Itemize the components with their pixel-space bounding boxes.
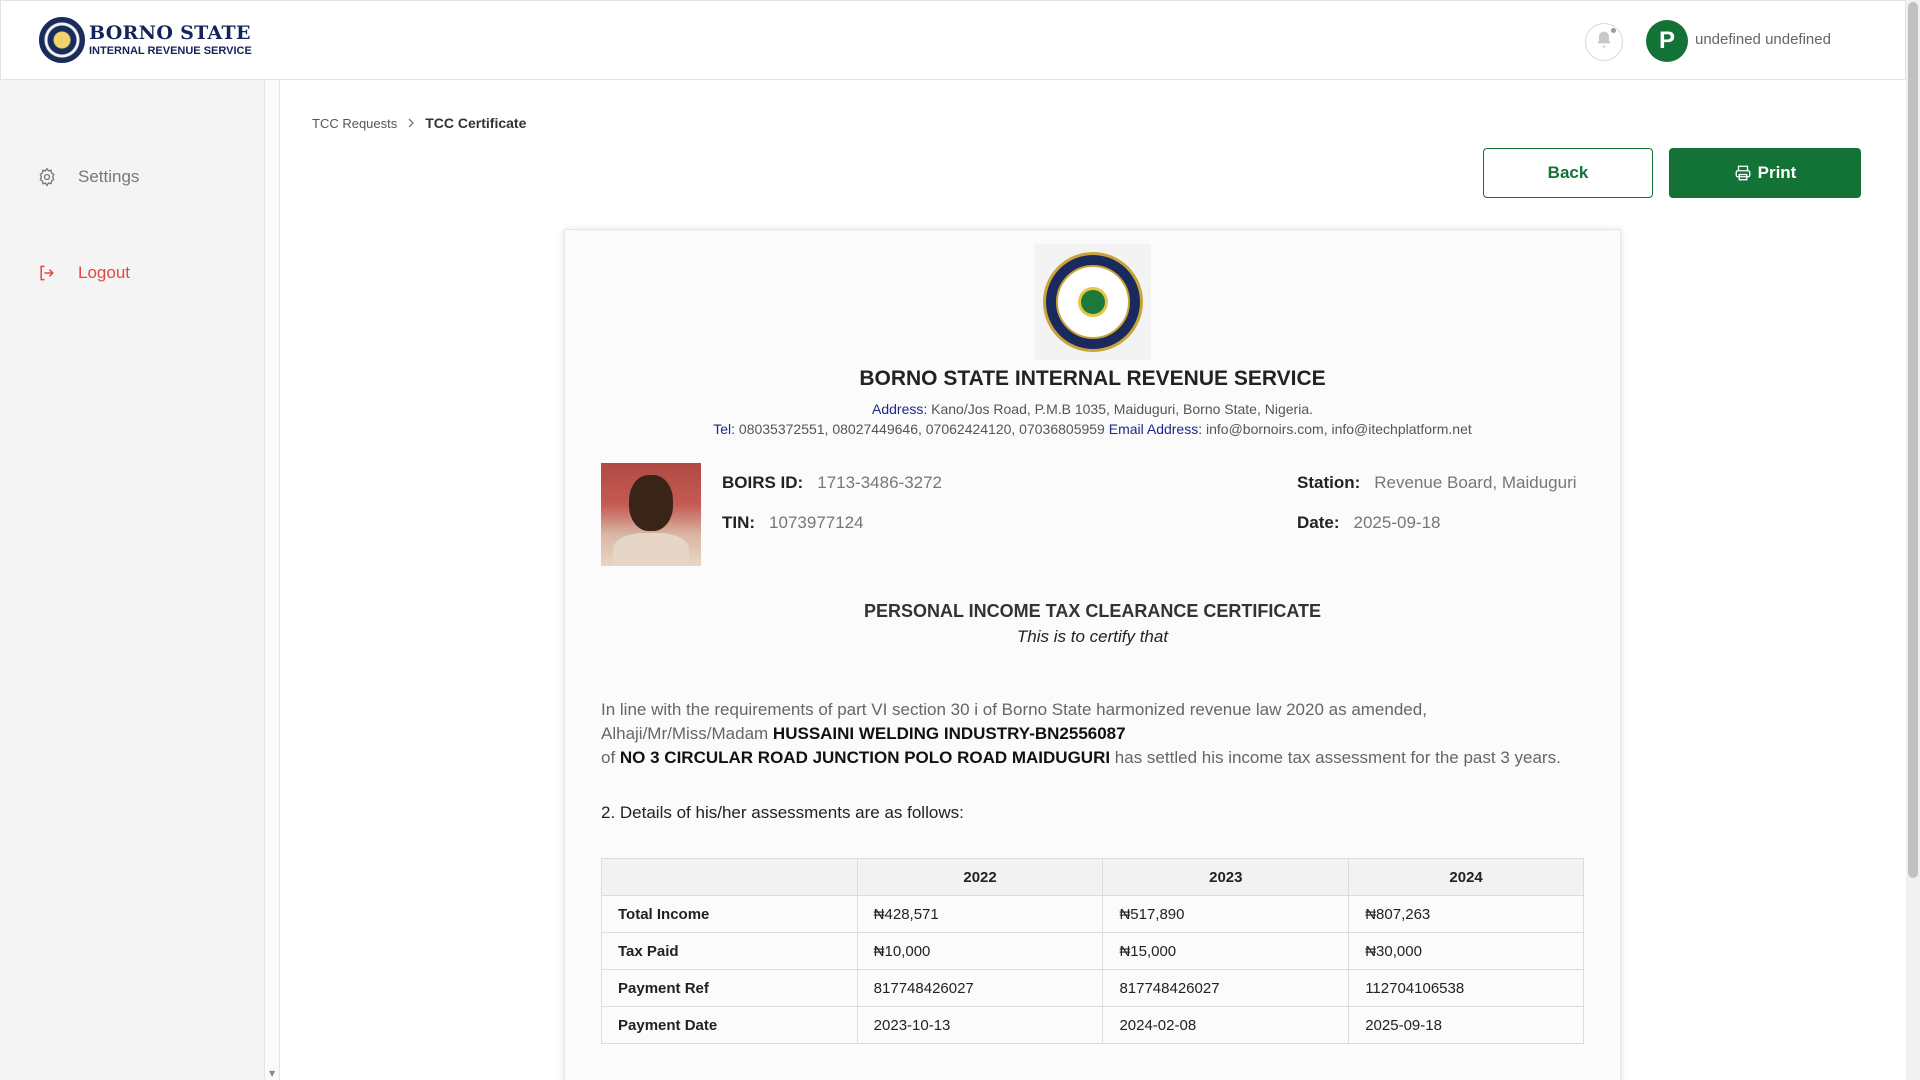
boirs-id-value: 1713-3486-3272 xyxy=(817,473,943,492)
table-cell: ₦30,000 xyxy=(1348,932,1584,970)
gear-icon xyxy=(36,166,58,188)
row-label: Total Income xyxy=(601,895,858,933)
table-row: Payment Date 2023-10-13 2024-02-08 2025-… xyxy=(601,1006,1584,1044)
breadcrumb: TCC Requests TCC Certificate xyxy=(312,115,526,131)
print-button-label: Print xyxy=(1757,163,1797,182)
assessment-table: 2022 2023 2024 Total Income ₦428,571 ₦51… xyxy=(601,858,1584,1044)
sidebar-item-label: Settings xyxy=(78,167,140,186)
of-text: of xyxy=(601,748,620,767)
row-label: Payment Ref xyxy=(601,969,858,1007)
settled-text: has settled his income tax assessment fo… xyxy=(1110,748,1561,767)
tel-label: Tel: xyxy=(713,421,736,437)
table-cell: ₦807,263 xyxy=(1348,895,1584,933)
org-name: BORNO STATE INTERNAL REVENUE SERVICE xyxy=(859,367,1326,390)
avatar[interactable]: P xyxy=(1646,20,1688,62)
email-value: info@bornoirs.com, info@itechplatform.ne… xyxy=(1202,421,1472,437)
station-value: Revenue Board, Maiduguri xyxy=(1374,473,1577,492)
tin-value: 1073977124 xyxy=(769,513,864,532)
org-contact: Tel: 08035372551, 08027449646, 070624241… xyxy=(565,421,1620,437)
date-label: Date: xyxy=(1297,513,1340,532)
table-cell: 2024-02-08 xyxy=(1102,1006,1350,1044)
details-heading: 2. Details of his/her assessments are as… xyxy=(601,803,964,822)
row-label: Payment Date xyxy=(601,1006,858,1044)
sidebar-item-label: Logout xyxy=(78,263,130,282)
table-cell: ₦10,000 xyxy=(856,932,1104,970)
page-scrollbar[interactable] xyxy=(1906,0,1920,1080)
print-button[interactable]: Print xyxy=(1669,148,1861,198)
table-row: Tax Paid ₦10,000 ₦15,000 ₦30,000 xyxy=(601,932,1584,970)
email-label: Email Address: xyxy=(1108,421,1203,437)
certificate-title: PERSONAL INCOME TAX CLEARANCE CERTIFICAT… xyxy=(863,601,1321,621)
breadcrumb-current: TCC Certificate xyxy=(425,115,527,131)
boirs-id-field: BOIRS ID: 1713-3486-3272 xyxy=(722,473,942,493)
tin-label: TIN: xyxy=(722,513,756,532)
sidebar-item-logout[interactable]: Logout xyxy=(36,262,130,284)
sidebar-scrollbar[interactable]: ▼ xyxy=(264,80,280,1080)
scroll-down-arrow-icon[interactable]: ▼ xyxy=(269,1069,275,1078)
date-field: Date: 2025-09-18 xyxy=(1297,513,1440,533)
table-row: Total Income ₦428,571 ₦517,890 ₦807,263 xyxy=(601,895,1584,933)
notification-dot xyxy=(1610,27,1617,34)
sidebar-item-settings[interactable]: Settings xyxy=(36,166,139,188)
tcc-certificate: BORNO STATE INTERNAL REVENUE SERVICE Add… xyxy=(564,229,1621,1080)
tin-field: TIN: 1073977124 xyxy=(722,513,864,533)
row-label: Tax Paid xyxy=(601,932,858,970)
table-cell: ₦517,890 xyxy=(1102,895,1350,933)
table-header: 2023 xyxy=(1102,858,1350,896)
sidebar: Settings Logout xyxy=(0,80,264,1080)
taxpayer-address: NO 3 CIRCULAR ROAD JUNCTION POLO ROAD MA… xyxy=(619,748,1111,767)
table-cell: 2023-10-13 xyxy=(856,1006,1104,1044)
chevron-right-icon xyxy=(407,116,415,131)
table-row: Payment Ref 817748426027 817748426027 11… xyxy=(601,969,1584,1007)
logout-icon xyxy=(36,262,58,284)
table-cell: ₦428,571 xyxy=(856,895,1104,933)
table-header: 2024 xyxy=(1348,858,1584,896)
taxpayer-name: HUSSAINI WELDING INDUSTRY-BN2556087 xyxy=(772,724,1126,743)
certificate-subtitle: This is to certify that xyxy=(1016,627,1169,646)
table-header-row: 2022 2023 2024 xyxy=(601,858,1584,896)
user-name[interactable]: undefined undefined xyxy=(1695,31,1831,48)
paragraph-line-1: In line with the requirements of part VI… xyxy=(601,700,1427,719)
notification-button[interactable] xyxy=(1585,23,1623,61)
table-cell: 2025-09-18 xyxy=(1348,1006,1584,1044)
irs-seal xyxy=(1035,244,1151,360)
table-cell: 817748426027 xyxy=(856,969,1104,1007)
printer-icon xyxy=(1734,164,1752,182)
irs-seal-icon xyxy=(1043,252,1143,352)
top-header: BORNO STATE INTERNAL REVENUE SERVICE P u… xyxy=(0,0,1906,80)
page-scrollbar-thumb[interactable] xyxy=(1908,2,1918,878)
station-label: Station: xyxy=(1297,473,1361,492)
salutation-text: Alhaji/Mr/Miss/Madam xyxy=(601,724,773,743)
tel-value: 08035372551, 08027449646, 07062424120, 0… xyxy=(735,421,1109,437)
certification-paragraph: In line with the requirements of part VI… xyxy=(601,698,1591,770)
logo-title: BORNO STATE xyxy=(89,21,251,44)
table-header xyxy=(601,858,858,896)
station-field: Station: Revenue Board, Maiduguri xyxy=(1297,473,1577,493)
org-address: Address: Kano/Jos Road, P.M.B 1035, Maid… xyxy=(565,401,1620,417)
logo-subtitle: INTERNAL REVENUE SERVICE xyxy=(89,44,252,57)
address-value: Kano/Jos Road, P.M.B 1035, Maiduguri, Bo… xyxy=(927,401,1313,417)
breadcrumb-link-tcc-requests[interactable]: TCC Requests xyxy=(312,116,397,131)
boirs-id-label: BOIRS ID: xyxy=(722,473,804,492)
address-label: Address: xyxy=(872,401,928,417)
taxpayer-photo xyxy=(601,463,701,566)
table-cell: 112704106538 xyxy=(1348,969,1584,1007)
date-value: 2025-09-18 xyxy=(1353,513,1441,532)
table-header: 2022 xyxy=(856,858,1104,896)
back-button[interactable]: Back xyxy=(1483,148,1653,198)
table-cell: ₦15,000 xyxy=(1102,932,1350,970)
table-cell: 817748426027 xyxy=(1102,969,1350,1007)
brand-logo[interactable]: BORNO STATE INTERNAL REVENUE SERVICE xyxy=(39,17,252,63)
borno-seal-icon xyxy=(39,17,85,63)
